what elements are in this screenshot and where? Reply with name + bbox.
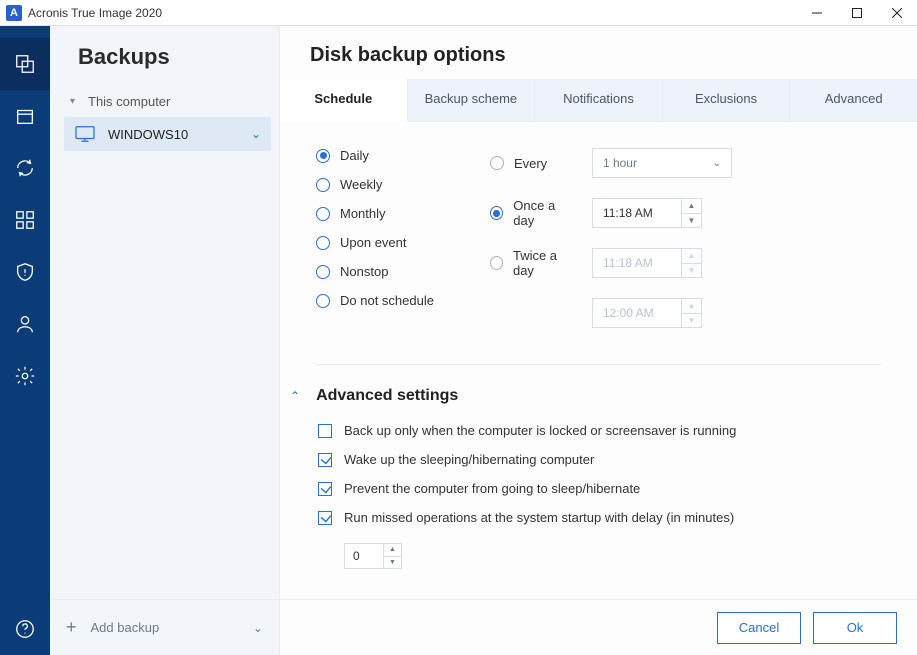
advanced-settings-body: Back up only when the computer is locked… — [316, 405, 881, 569]
delay-minutes-stepper[interactable]: ▲▼ — [384, 543, 402, 569]
twice-time2-input[interactable]: 12:00 AM — [592, 298, 682, 328]
nav-rail — [0, 26, 50, 655]
sidebar-item-windows10[interactable]: WINDOWS10 ⌄ — [64, 117, 271, 151]
close-button[interactable] — [877, 0, 917, 26]
tab-exclusions[interactable]: Exclusions — [662, 79, 790, 121]
radio-once-a-day[interactable]: Once a day — [490, 198, 576, 228]
plus-icon: + — [66, 617, 77, 638]
chevron-up-icon[interactable]: ▲ — [384, 544, 401, 557]
chevron-down-icon: ⌄ — [713, 158, 721, 169]
sidebar-group-label: This computer — [88, 94, 170, 109]
radio-icon — [490, 156, 504, 170]
rail-tools-icon[interactable] — [0, 194, 50, 246]
add-backup-button[interactable]: Add backup — [91, 620, 253, 635]
radio-icon — [316, 236, 330, 250]
separator — [316, 364, 881, 365]
radio-upon-event[interactable]: Upon event — [316, 235, 434, 250]
minimize-button[interactable] — [797, 0, 837, 26]
tab-notifications[interactable]: Notifications — [534, 79, 662, 121]
radio-icon — [316, 294, 330, 308]
maximize-button[interactable] — [837, 0, 877, 26]
sidebar-footer: + Add backup ⌄ — [50, 599, 279, 655]
monitor-icon — [74, 125, 96, 143]
every-interval-select[interactable]: 1 hour ⌄ — [592, 148, 732, 178]
titlebar: A Acronis True Image 2020 — [0, 0, 917, 26]
radio-twice-a-day[interactable]: Twice a day — [490, 248, 576, 278]
rail-protection-icon[interactable] — [0, 246, 50, 298]
chevron-up-icon[interactable]: ▲ — [682, 249, 701, 264]
app-title: Acronis True Image 2020 — [28, 6, 797, 20]
sidebar-title: Backups — [50, 26, 279, 88]
sidebar-item-label: WINDOWS10 — [108, 127, 251, 142]
sidebar: Backups ▾ This computer WINDOWS10 ⌄ + Ad… — [50, 26, 280, 655]
rail-sync-icon[interactable] — [0, 142, 50, 194]
page-title: Disk backup options — [280, 26, 917, 79]
once-time-stepper[interactable]: ▲▼ — [682, 198, 702, 228]
rail-account-icon[interactable] — [0, 298, 50, 350]
chevron-down-icon[interactable]: ▼ — [384, 557, 401, 569]
cancel-button[interactable]: Cancel — [717, 612, 801, 644]
check-prevent-sleep[interactable]: Prevent the computer from going to sleep… — [318, 481, 881, 496]
tab-schedule[interactable]: Schedule — [280, 79, 407, 122]
rail-backup-icon[interactable] — [0, 38, 50, 90]
radio-daily[interactable]: Daily — [316, 148, 434, 163]
twice-time2-stepper[interactable]: ▲▼ — [682, 298, 702, 328]
radio-icon — [316, 178, 330, 192]
delay-minutes-input[interactable]: 0 — [344, 543, 384, 569]
radio-nonstop[interactable]: Nonstop — [316, 264, 434, 279]
radio-monthly[interactable]: Monthly — [316, 206, 434, 221]
radio-icon — [316, 265, 330, 279]
check-backup-when-locked[interactable]: Back up only when the computer is locked… — [318, 423, 881, 438]
radio-icon — [316, 149, 330, 163]
chevron-down-icon[interactable]: ⌄ — [251, 127, 261, 141]
checkbox-icon — [318, 424, 332, 438]
sidebar-group-this-computer[interactable]: ▾ This computer — [70, 90, 265, 117]
chevron-down-icon: ▾ — [70, 96, 80, 107]
tab-advanced[interactable]: Advanced — [789, 79, 917, 121]
rail-archive-icon[interactable] — [0, 90, 50, 142]
app-logo: A — [6, 5, 22, 21]
tabs: Schedule Backup scheme Notifications Exc… — [280, 79, 917, 122]
radio-every[interactable]: Every — [490, 156, 576, 171]
radio-do-not-schedule[interactable]: Do not schedule — [316, 293, 434, 308]
chevron-up-icon[interactable]: ▲ — [682, 199, 701, 214]
chevron-down-icon[interactable]: ⌄ — [253, 621, 263, 635]
check-wake-computer[interactable]: Wake up the sleeping/hibernating compute… — [318, 452, 881, 467]
tab-backup-scheme[interactable]: Backup scheme — [407, 79, 535, 121]
chevron-down-icon[interactable]: ▼ — [682, 214, 701, 228]
twice-time1-stepper[interactable]: ▲▼ — [682, 248, 702, 278]
chevron-down-icon[interactable]: ▼ — [682, 314, 701, 328]
check-run-missed[interactable]: Run missed operations at the system star… — [318, 510, 881, 525]
radio-icon — [490, 206, 503, 220]
radio-icon — [316, 207, 330, 221]
chevron-up-icon[interactable]: ▲ — [682, 299, 701, 314]
ok-button[interactable]: Ok — [813, 612, 897, 644]
dialog-footer: Cancel Ok — [280, 599, 917, 655]
twice-time1-input[interactable]: 11:18 AM — [592, 248, 682, 278]
frequency-options: Every 1 hour ⌄ Once a day 11:18 AM ▲▼ — [490, 148, 732, 328]
rail-settings-icon[interactable] — [0, 350, 50, 402]
checkbox-icon — [318, 482, 332, 496]
advanced-settings-toggle[interactable]: ⌃ Advanced settings — [286, 387, 881, 405]
chevron-up-icon: ⌃ — [290, 389, 300, 403]
content: Daily Weekly Monthly Upon event Nonstop … — [280, 122, 917, 599]
advanced-settings-title: Advanced settings — [316, 387, 458, 405]
main-panel: Disk backup options Schedule Backup sche… — [280, 26, 917, 655]
radio-weekly[interactable]: Weekly — [316, 177, 434, 192]
radio-icon — [490, 256, 503, 270]
chevron-down-icon[interactable]: ▼ — [682, 264, 701, 278]
rail-help-icon[interactable] — [0, 603, 50, 655]
once-time-input[interactable]: 11:18 AM — [592, 198, 682, 228]
checkbox-icon — [318, 511, 332, 525]
period-options: Daily Weekly Monthly Upon event Nonstop … — [316, 148, 434, 328]
checkbox-icon — [318, 453, 332, 467]
